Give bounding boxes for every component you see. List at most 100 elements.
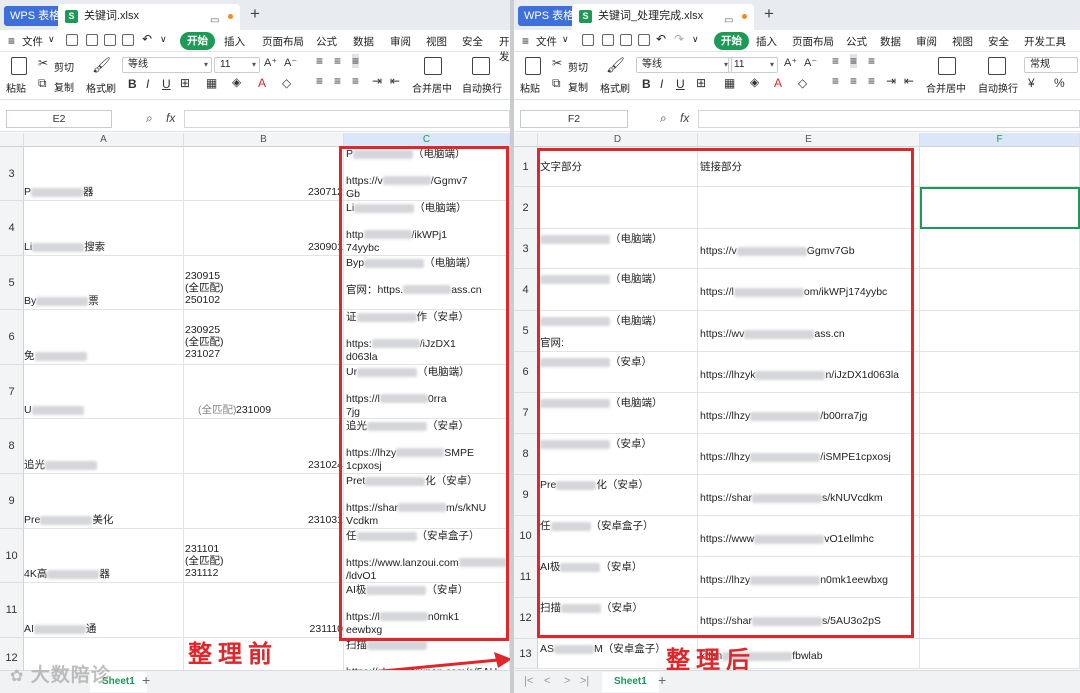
fill-style-icon[interactable]: ▦ (724, 76, 735, 90)
fx-icon[interactable]: fx (166, 111, 175, 125)
border-icon[interactable]: ⊞ (180, 76, 190, 90)
font-shrink-icon[interactable]: A⁻ (804, 56, 817, 69)
first-sheet-icon[interactable]: |< (524, 675, 533, 687)
row-header[interactable]: 1 (514, 147, 538, 187)
menu-security[interactable]: 安全 (462, 34, 483, 49)
column-header-c[interactable]: C (344, 133, 510, 147)
row-header[interactable]: 5 (0, 256, 24, 310)
row-header[interactable]: 7 (514, 393, 538, 434)
more-chevron-icon[interactable]: ∨ (692, 34, 699, 45)
align-center-icon[interactable]: ≡ (850, 74, 857, 88)
new-tab-plus-icon[interactable]: + (250, 4, 260, 24)
merge-center-button[interactable]: 合并居中 (926, 80, 966, 95)
paste-button[interactable]: 粘贴 (520, 80, 540, 95)
font-color-icon[interactable]: A (258, 76, 266, 90)
print-icon[interactable] (620, 34, 632, 46)
scissors-icon[interactable]: ✂ (552, 56, 562, 70)
format-painter-icon[interactable]: 🖌 (92, 56, 111, 74)
cell-a[interactable]: 免 (24, 310, 184, 365)
row-header[interactable]: 9 (514, 475, 538, 516)
cell-a[interactable]: 追光 (24, 419, 184, 474)
wrap-text-button[interactable]: 自动换行 (462, 80, 502, 95)
menu-formula[interactable]: 公式 (316, 34, 337, 49)
menu-file[interactable]: 文件 (536, 34, 557, 49)
cell-a[interactable]: P器 (24, 147, 184, 201)
cell-f[interactable] (920, 269, 1080, 311)
menu-view[interactable]: 视图 (952, 34, 973, 49)
merge-center-icon[interactable] (424, 57, 442, 75)
menu-file[interactable]: 文件 (22, 34, 43, 49)
row-header[interactable]: 6 (0, 310, 24, 365)
undo-icon[interactable]: ↶ (142, 32, 152, 46)
formula-input[interactable] (184, 110, 510, 128)
add-sheet-icon[interactable]: + (142, 672, 150, 688)
hamburger-icon[interactable]: ≡ (522, 34, 529, 48)
menu-developer-tools[interactable]: 开发工具 (1024, 34, 1066, 49)
number-format-select[interactable]: 常规 (1024, 57, 1078, 73)
font-family-select[interactable]: 等线 ▾ (122, 57, 212, 73)
row-header[interactable]: 4 (0, 201, 24, 256)
cell-f[interactable] (920, 393, 1080, 434)
menu-security[interactable]: 安全 (988, 34, 1009, 49)
name-box[interactable]: F2 (520, 110, 628, 128)
save-icon[interactable] (582, 34, 594, 46)
column-header-d[interactable]: D (538, 133, 698, 147)
clear-icon[interactable]: ◇ (282, 76, 291, 90)
italic-icon[interactable]: I (660, 77, 663, 91)
cell-b[interactable]: 230915 (全匹配) 250102 (184, 256, 344, 310)
menu-data[interactable]: 数据 (880, 34, 901, 49)
row-header[interactable]: 4 (514, 269, 538, 311)
paste-icon[interactable] (525, 57, 541, 75)
row-header[interactable]: 13 (514, 639, 538, 669)
align-top-icon[interactable]: ≡ (316, 54, 323, 68)
undo-icon[interactable]: ↶ (656, 32, 666, 46)
cell-b[interactable]: (全匹配) 231009 (184, 365, 344, 419)
outdent-icon[interactable]: ⇤ (904, 74, 914, 88)
formula-input[interactable] (698, 110, 1080, 128)
select-all-corner[interactable] (514, 133, 538, 147)
row-header[interactable]: 10 (514, 516, 538, 557)
save-icon[interactable] (66, 34, 78, 46)
menu-view[interactable]: 视图 (426, 34, 447, 49)
menu-insert[interactable]: 插入 (224, 34, 245, 49)
format-painter-icon[interactable]: 🖌 (606, 56, 625, 74)
column-header-b[interactable]: B (184, 133, 344, 147)
currency-icon[interactable]: ¥ (1028, 76, 1035, 90)
cell-f[interactable] (920, 598, 1080, 639)
font-size-select[interactable]: 11 ▾ (214, 57, 260, 73)
font-color-icon[interactable]: A (774, 76, 782, 90)
bold-icon[interactable]: B (128, 77, 137, 91)
cell-a[interactable]: By 票 (24, 256, 184, 310)
cell-f[interactable] (920, 229, 1080, 269)
format-painter-button[interactable]: 格式刷 (600, 80, 630, 95)
fill-color-icon[interactable]: ◈ (750, 75, 759, 89)
paste-icon[interactable] (11, 57, 27, 75)
document-tab[interactable]: S 关键词.xlsx ▭ (58, 4, 240, 30)
font-grow-icon[interactable]: A⁺ (784, 56, 797, 69)
cell-b[interactable]: 231024 (184, 419, 344, 474)
next-sheet-icon[interactable]: > (564, 675, 570, 687)
align-center-icon[interactable]: ≡ (334, 74, 341, 88)
name-box[interactable]: E2 (6, 110, 112, 128)
cell-a[interactable]: Pre 美化 (24, 474, 184, 529)
menu-formula[interactable]: 公式 (846, 34, 867, 49)
cell-f[interactable] (920, 557, 1080, 598)
italic-icon[interactable]: I (146, 77, 149, 91)
menu-page-layout[interactable]: 页面布局 (262, 34, 304, 49)
align-left-icon[interactable]: ≡ (832, 74, 839, 88)
cell-b[interactable]: 231101 (全匹配) 231112 (184, 529, 344, 583)
menu-start[interactable]: 开始 (180, 32, 215, 50)
format-painter-button[interactable]: 格式刷 (86, 80, 116, 95)
zoom-search-icon[interactable]: ⌕ (660, 111, 667, 126)
export-icon[interactable] (602, 34, 614, 46)
zoom-search-icon[interactable]: ⌕ (146, 111, 153, 126)
align-bottom-icon[interactable]: ≡ (868, 54, 875, 68)
cell-f[interactable] (920, 311, 1080, 352)
cell-a[interactable]: Li 搜索 (24, 201, 184, 256)
bold-icon[interactable]: B (642, 77, 651, 91)
percent-icon[interactable]: % (1054, 76, 1065, 90)
prev-sheet-icon[interactable]: < (544, 675, 550, 687)
align-top-icon[interactable]: ≡ (832, 54, 839, 68)
cut-button[interactable]: 剪切 (54, 59, 74, 74)
row-header[interactable]: 3 (514, 229, 538, 269)
